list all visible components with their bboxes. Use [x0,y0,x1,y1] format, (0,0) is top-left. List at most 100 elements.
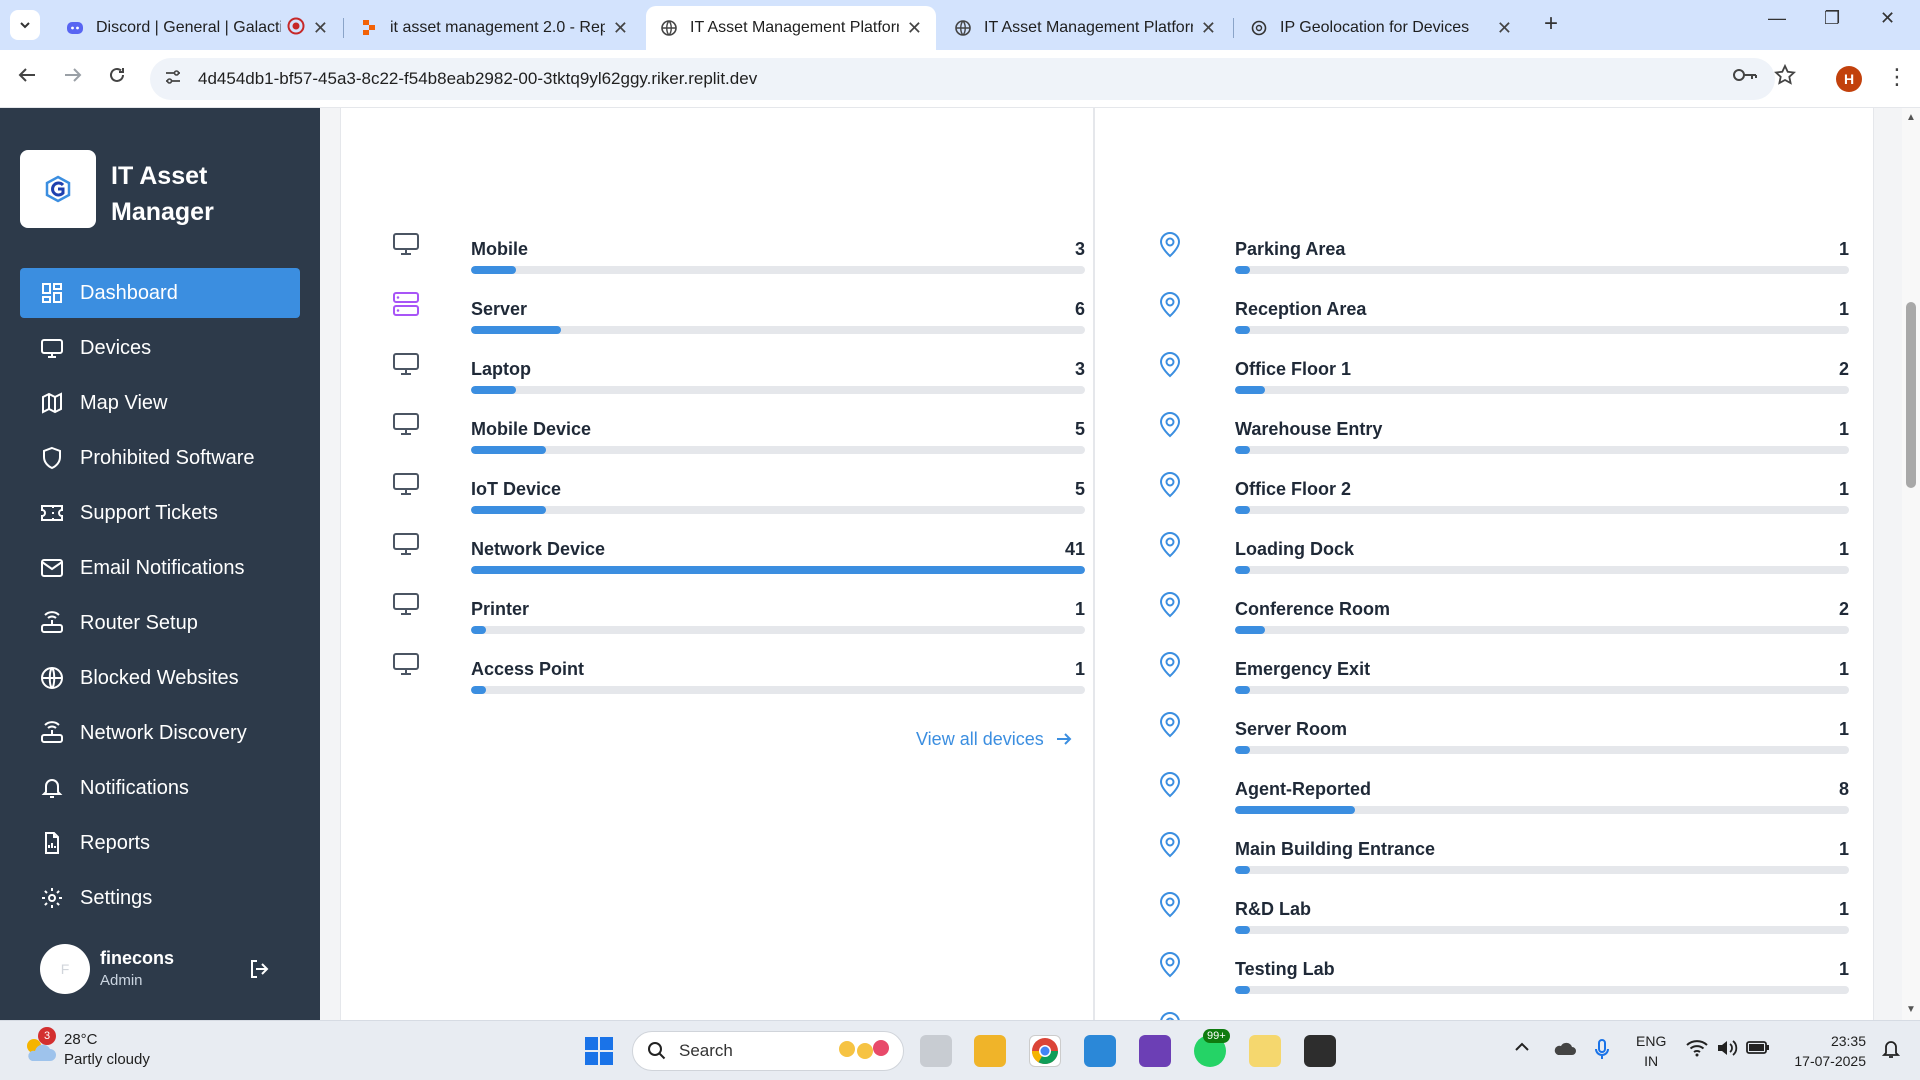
volume-icon[interactable] [1716,1039,1738,1062]
location-row: Office Floor 21 [1155,457,1855,514]
close-tab-icon[interactable]: ✕ [1201,18,1216,39]
taskbar-search[interactable]: Search [632,1031,904,1071]
sidebar-item-prohibited-software[interactable]: Prohibited Software [20,433,300,483]
sidebar-item-label: Settings [80,886,153,909]
tab-replit[interactable]: it asset management 2.0 - Repli ✕ [346,6,642,50]
minimize-button[interactable]: — [1768,8,1786,29]
sidebar-item-blocked-websites[interactable]: Blocked Websites [20,653,300,703]
sidebar-item-email-notifications[interactable]: Email Notifications [20,543,300,593]
close-window-button[interactable]: ✕ [1880,8,1895,29]
scroll-up-arrow[interactable]: ▲ [1906,112,1916,123]
sidebar-item-label: Blocked Websites [80,666,239,689]
progress-track [1235,446,1849,454]
progress-track [1235,866,1849,874]
sidebar-item-router-setup[interactable]: Router Setup [20,598,300,648]
sidebar-item-reports[interactable]: Reports [20,818,300,868]
new-tab-button[interactable]: + [1544,10,1558,38]
bookmark-star-icon[interactable] [1773,63,1797,92]
sidebar-item-label: Email Notifications [80,556,245,579]
sidebar-item-settings[interactable]: Settings [20,873,300,923]
battery-icon[interactable] [1746,1039,1770,1060]
start-button[interactable] [585,1037,613,1065]
clock-time: 23:35 [1830,1033,1866,1049]
sidebar-item-map-view[interactable]: Map View [20,378,300,428]
report-icon [45,832,59,854]
maximize-button[interactable]: ❐ [1824,8,1840,29]
sidebar-item-support-tickets[interactable]: Support Tickets [20,488,300,538]
arrow-right-icon [1056,733,1072,745]
row-count: 1 [1838,719,1849,739]
map-icon [42,392,62,414]
input-language[interactable]: ENG IN [1636,1031,1666,1071]
row-count: 2 [1838,359,1849,379]
sidebar-item-notifications[interactable]: Notifications [20,763,300,813]
sidebar-item-devices[interactable]: Devices [20,323,300,373]
tab-ip-geolocation[interactable]: IP Geolocation for Devices ✕ [1236,6,1526,50]
chrome-icon[interactable] [1029,1035,1061,1067]
progress-track [1235,266,1849,274]
weather-description[interactable]: Partly cloudy [64,1051,150,1068]
globe-icon [41,667,63,689]
scrollbar-thumb[interactable] [1906,302,1916,488]
microphone-icon[interactable] [1594,1039,1610,1066]
site-settings-icon[interactable] [164,68,182,91]
progress-fill [1235,566,1250,574]
back-button[interactable] [16,64,38,92]
reload-button[interactable] [106,64,128,92]
location-row: Loading Dock 1 [1155,517,1855,574]
tab-it-asset-active[interactable]: IT Asset Management Platform ✕ [646,6,936,50]
page-scrollbar[interactable]: ▲ ▼ [1902,108,1920,1020]
photos-icon[interactable] [1084,1035,1116,1067]
row-count: 1 [1838,479,1849,499]
wifi-icon[interactable] [1686,1039,1708,1062]
location-row: Main Building Entrance 1 [1155,817,1855,874]
tab-search-button[interactable] [10,10,40,40]
close-tab-icon[interactable]: ✕ [313,18,328,39]
progress-fill [1235,326,1250,334]
device-type-row: Laptop 3 [391,337,1085,394]
url-bar[interactable]: 4d454db1-bf57-45a3-8c22-f54b8eab2982-00-… [150,58,1775,100]
close-tab-icon[interactable]: ✕ [1497,18,1512,39]
row-icon [391,289,421,319]
location-row: Testing Lab 1 [1155,937,1855,994]
row-icon [391,409,421,439]
logout-button[interactable] [248,958,270,985]
progress-track [1235,686,1849,694]
main-content: Mobile 3 Server 6 Laptop 3 Mobile Device 5 IoT D… [320,108,1920,1020]
show-hidden-icons-button[interactable] [1514,1039,1530,1057]
system-clock[interactable]: 23:35 17-07-2025 [1786,1031,1866,1071]
row-count: 1 [1838,659,1849,679]
notepad-icon[interactable] [1249,1035,1281,1067]
scroll-down-arrow[interactable]: ▼ [1906,1004,1916,1015]
visual-studio-icon[interactable] [1139,1035,1171,1067]
close-tab-icon[interactable]: ✕ [613,18,628,39]
map-pin-icon [1159,352,1181,378]
close-tab-icon[interactable]: ✕ [907,18,922,39]
sidebar-item-dashboard[interactable]: Dashboard [20,268,300,318]
file-explorer-icon[interactable] [974,1035,1006,1067]
view-all-devices-link[interactable]: View all devices [916,729,1073,750]
sidebar-item-label: Dashboard [80,281,178,304]
task-view-icon[interactable] [920,1035,952,1067]
sidebar-item-network-discovery[interactable]: Network Discovery [20,708,300,758]
weather-temperature[interactable]: 28°C [64,1031,98,1048]
row-icon [1155,649,1185,679]
profile-avatar[interactable]: H [1836,66,1862,92]
forward-button[interactable] [62,64,84,92]
onedrive-icon[interactable] [1552,1039,1576,1062]
password-key-icon[interactable] [1732,64,1758,92]
browser-menu-button[interactable]: ⋮ [1886,64,1908,90]
tab-discord[interactable]: Discord | General | Galactis ✕ [52,6,342,50]
row-icon [1155,529,1185,559]
server-icon [393,292,419,316]
app-logo [20,150,96,228]
tab-it-asset-2[interactable]: IT Asset Management Platform ✕ [940,6,1230,50]
user-role: Admin [100,972,143,989]
row-count: 5 [1074,479,1085,499]
map-pin-icon [1159,232,1181,258]
monitor-icon [393,653,419,675]
map-pin-icon [1159,292,1181,318]
terminal-icon[interactable] [1304,1035,1336,1067]
router-icon [41,721,63,743]
notification-bell-icon[interactable] [1881,1039,1901,1064]
